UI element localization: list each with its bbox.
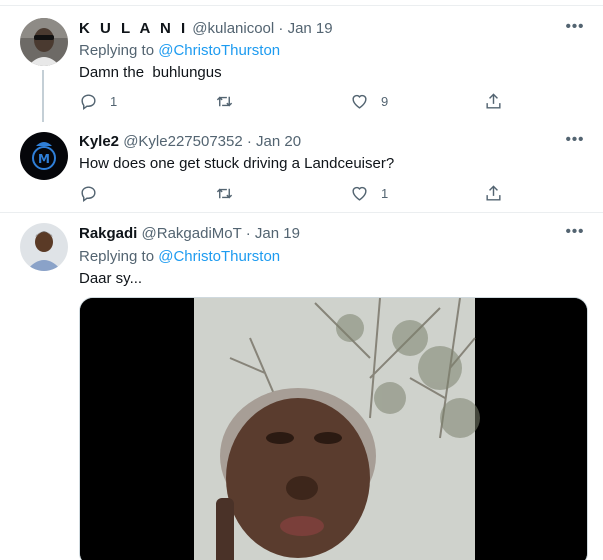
reply-button[interactable]: 1 [79,91,117,111]
tweet-header: K U L A N I @kulanicool · Jan 19 [79,19,333,39]
tweet-actions: 1 [79,183,519,203]
avatar[interactable] [20,223,68,271]
tweet-kulani[interactable]: K U L A N I @kulanicool · Jan 19 ••• Rep… [0,0,603,122]
avatar[interactable]: M [20,132,68,180]
more-icon[interactable]: ••• [565,19,585,40]
replying-label: Replying to [79,42,155,59]
svg-text:M: M [38,152,50,166]
separator: · [242,133,257,150]
tweet-kyle2[interactable]: M Kyle2 @Kyle227507352 · Jan 20 ••• How … [0,122,603,212]
like-button[interactable]: 1 [350,183,388,203]
timestamp[interactable]: Jan 20 [256,133,301,150]
tweet-header: Kyle2 @Kyle227507352 · Jan 20 [79,132,301,152]
like-count: 1 [381,185,389,201]
share-icon [486,92,501,109]
separator: · [274,20,288,37]
replying-label: Replying to [79,248,155,265]
tweet-text: Daar sy... [79,270,143,287]
separator: · [241,225,255,242]
video-thumbnail[interactable] [79,297,588,560]
like-count: 9 [381,93,389,109]
share-icon [486,184,501,201]
video-frame [80,298,587,560]
reply-button[interactable] [79,183,110,203]
reply-count: 1 [110,93,118,109]
like-icon [352,186,367,201]
mention-link[interactable]: @ChristoThurston [158,248,280,265]
tweet-header: Rakgadi @RakgadiMoT · Jan 19 [79,224,300,244]
timestamp[interactable]: Jan 19 [288,20,333,37]
tweet-text: How does one get stuck driving a Landceu… [79,155,395,172]
reply-icon [81,185,96,202]
reply-icon [81,93,96,110]
replying-to: Replying to @ChristoThurston [79,247,280,267]
retweet-icon [216,188,233,198]
handle[interactable]: @Kyle227507352 [123,133,243,150]
share-button[interactable] [484,183,503,203]
mention-link[interactable]: @ChristoThurston [158,42,280,59]
tweet-text: Damn the buhlungus [79,64,222,81]
display-name[interactable]: Rakgadi [79,225,137,242]
retweet-icon [216,96,233,106]
retweet-button[interactable] [215,91,246,111]
handle[interactable]: @RakgadiMoT [142,225,242,242]
more-icon[interactable]: ••• [565,224,585,245]
retweet-button[interactable] [215,183,246,203]
timestamp[interactable]: Jan 19 [255,225,300,242]
tweet-actions: 1 9 [79,91,519,111]
display-name[interactable]: Kyle2 [79,133,119,150]
share-button[interactable] [484,91,503,111]
handle[interactable]: @kulanicool [192,20,274,37]
like-button[interactable]: 9 [350,91,388,111]
replying-to: Replying to @ChristoThurston [79,41,280,61]
like-icon [352,94,367,109]
avatar[interactable] [20,18,68,66]
more-icon[interactable]: ••• [565,132,585,153]
thread-line [42,70,44,122]
display-name[interactable]: K U L A N I [79,20,188,37]
